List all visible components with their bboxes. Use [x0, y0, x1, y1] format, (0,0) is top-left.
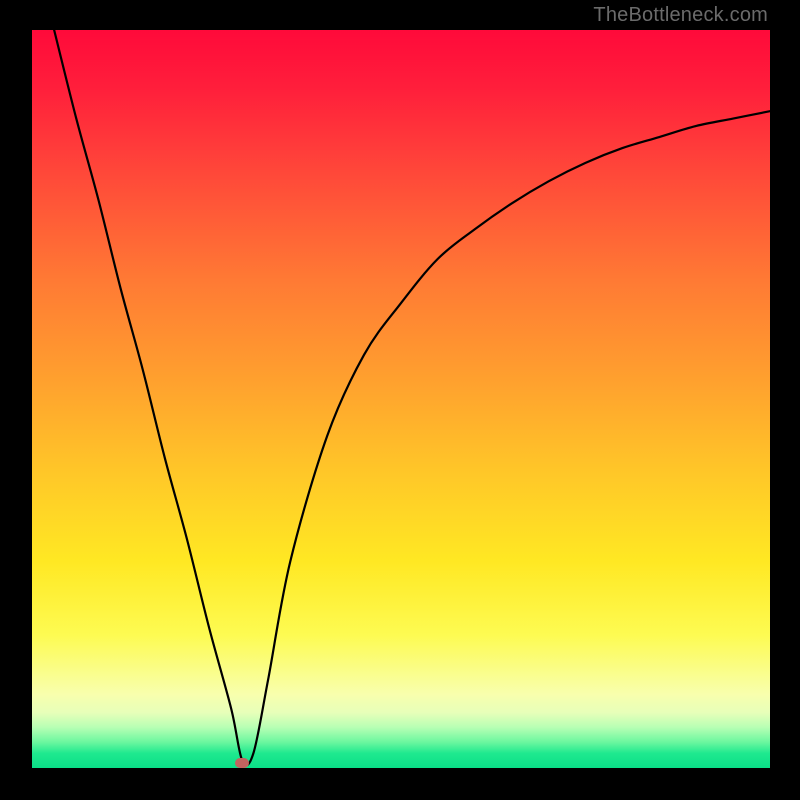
- plot-area: [32, 30, 770, 768]
- chart-frame: TheBottleneck.com: [0, 0, 800, 800]
- watermark-text: TheBottleneck.com: [593, 4, 768, 27]
- bottleneck-curve: [32, 30, 770, 768]
- minimum-marker: [235, 758, 249, 768]
